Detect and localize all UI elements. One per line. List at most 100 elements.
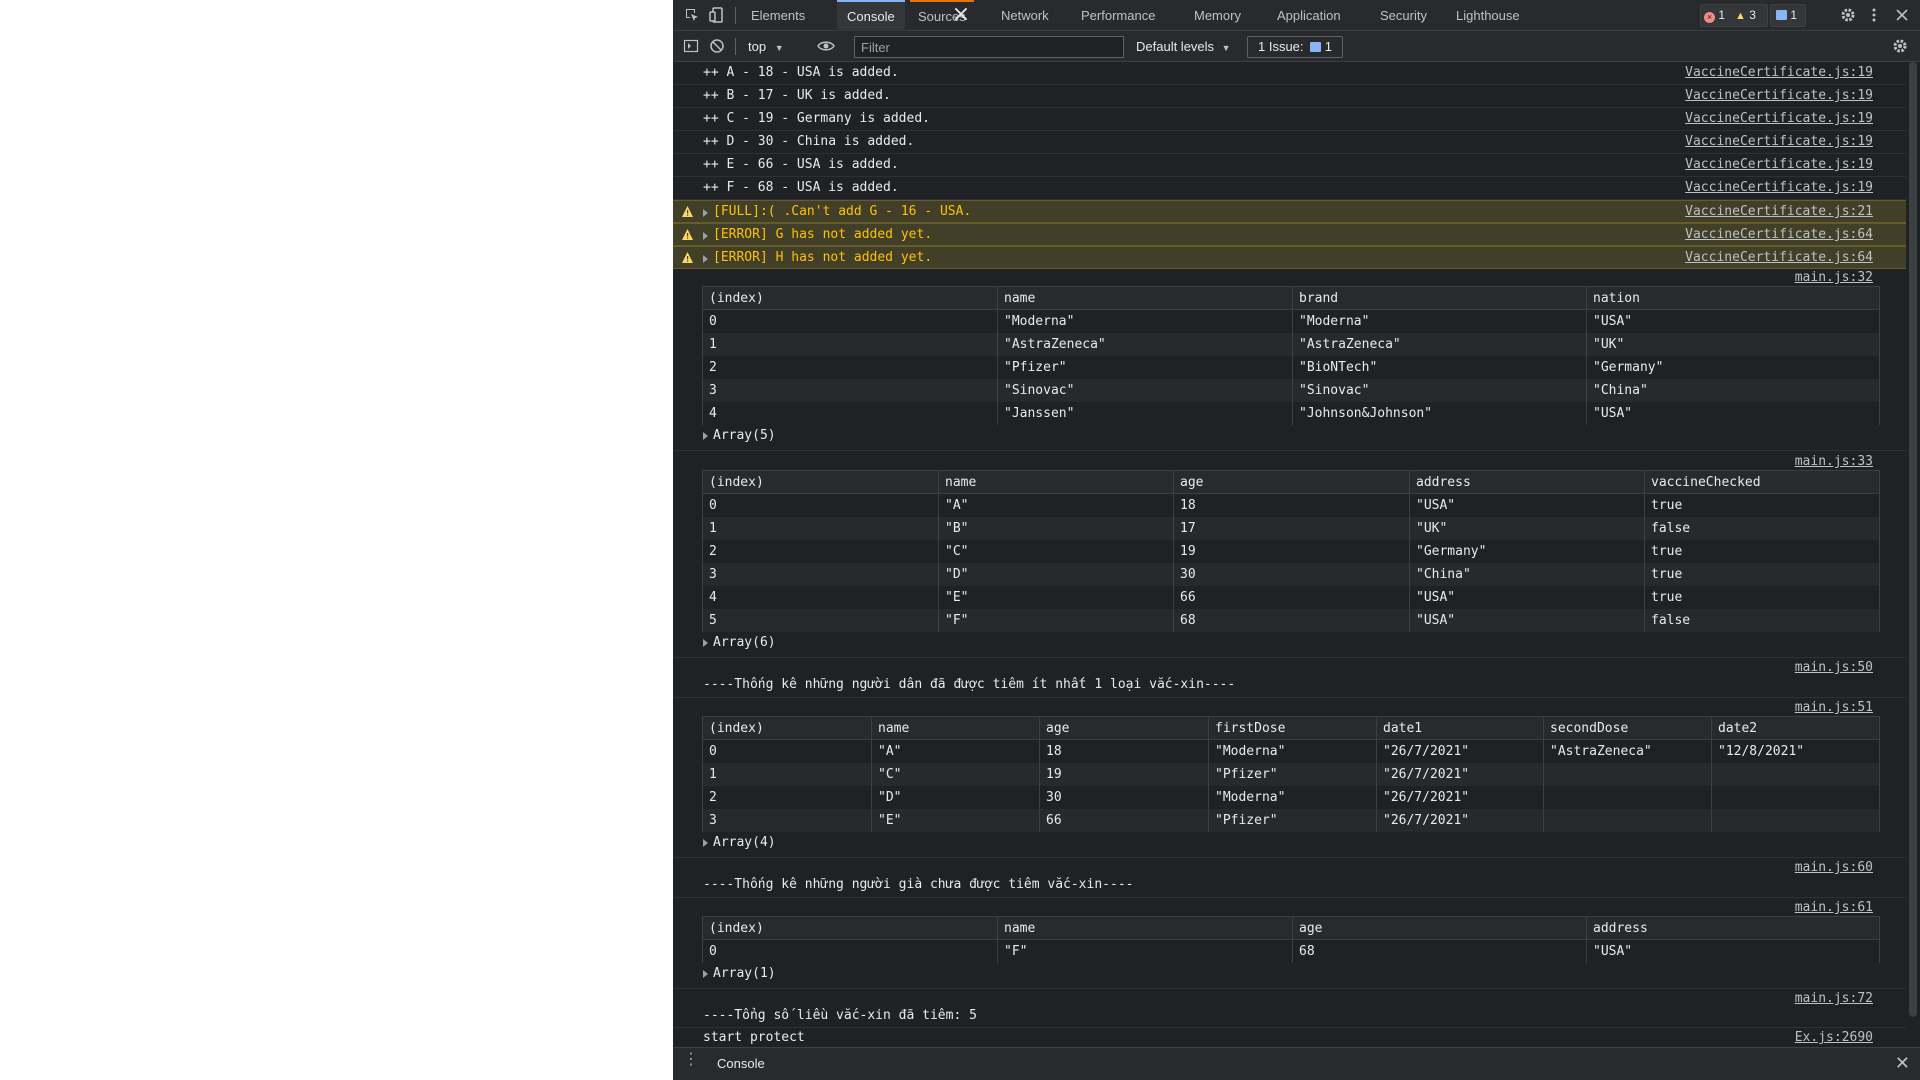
tab-console[interactable]: Console: [837, 0, 905, 31]
settings-gear-icon[interactable]: [1838, 5, 1858, 25]
source-link[interactable]: VaccineCertificate.js:19: [1685, 154, 1873, 176]
column-header[interactable]: (index): [702, 716, 872, 740]
source-link[interactable]: VaccineCertificate.js:19: [1685, 108, 1873, 130]
console-scrollbar-thumb[interactable]: [1909, 62, 1917, 1017]
table-cell: false: [1644, 516, 1880, 540]
column-header[interactable]: name: [997, 916, 1293, 940]
index-cell: 2: [702, 785, 872, 809]
source-link[interactable]: main.js:33: [1795, 454, 1873, 470]
column-header[interactable]: nation: [1586, 286, 1880, 310]
warning-message: [FULL]:( .Can't add G - 16 - USA.: [713, 204, 972, 219]
show-sidebar-icon[interactable]: [681, 36, 701, 56]
console-warning-row[interactable]: [FULL]:( .Can't add G - 16 - USA. Vaccin…: [673, 200, 1906, 223]
index-cell: 3: [702, 378, 998, 402]
expand-arrow-icon[interactable]: [703, 232, 708, 240]
column-header[interactable]: age: [1173, 470, 1410, 494]
index-cell: 0: [702, 309, 998, 333]
tab-lighthouse[interactable]: Lighthouse: [1446, 0, 1530, 31]
expand-arrow-icon[interactable]: [703, 255, 708, 263]
column-header[interactable]: age: [1292, 916, 1587, 940]
column-header[interactable]: name: [997, 286, 1293, 310]
table-cell: "26/7/2021": [1376, 808, 1544, 832]
column-header[interactable]: address: [1586, 916, 1880, 940]
source-link[interactable]: main.js:51: [1795, 700, 1873, 716]
column-header[interactable]: vaccineChecked: [1644, 470, 1880, 494]
table-cell: 66: [1173, 585, 1410, 609]
table-header-row: (index) name age address: [702, 916, 1880, 940]
column-header[interactable]: brand: [1292, 286, 1587, 310]
table-cell: 30: [1039, 785, 1209, 809]
inspect-element-icon[interactable]: [682, 5, 702, 25]
tab-performance[interactable]: Performance: [1071, 0, 1165, 31]
console-settings-gear-icon[interactable]: [1890, 36, 1910, 56]
column-header[interactable]: name: [938, 470, 1174, 494]
source-link[interactable]: main.js:61: [1795, 900, 1873, 916]
source-link[interactable]: VaccineCertificate.js:19: [1685, 85, 1873, 107]
close-devtools-icon[interactable]: [1892, 5, 1912, 25]
index-cell: 0: [702, 939, 998, 963]
source-link[interactable]: main.js:72: [1795, 991, 1873, 1007]
tab-network[interactable]: Network: [991, 0, 1059, 31]
array-expander[interactable]: Array(1): [703, 966, 776, 982]
filter-input[interactable]: [854, 36, 1124, 58]
array-expander[interactable]: Array(5): [703, 428, 776, 444]
live-expression-eye-icon[interactable]: [816, 36, 836, 56]
source-link[interactable]: VaccineCertificate.js:19: [1685, 177, 1873, 199]
warning-count-badge: ▲ 3: [1735, 6, 1756, 25]
source-link[interactable]: main.js:60: [1795, 860, 1873, 876]
console-warning-row[interactable]: [ERROR] H has not added yet. VaccineCert…: [673, 246, 1906, 269]
source-link[interactable]: VaccineCertificate.js:19: [1685, 62, 1873, 84]
log-levels-dropdown[interactable]: Default levels ▼: [1136, 31, 1231, 62]
device-toolbar-icon[interactable]: [707, 5, 727, 25]
console-log-row: ++ F - 68 - USA is added. VaccineCertifi…: [673, 177, 1906, 200]
close-icon[interactable]: ×: [949, 4, 973, 28]
table-cell: "AstraZeneca": [1292, 332, 1587, 356]
console-warning-row[interactable]: [ERROR] G has not added yet. VaccineCert…: [673, 223, 1906, 246]
clear-console-icon[interactable]: [707, 36, 727, 56]
source-link[interactable]: Ex.js:2690: [1795, 1030, 1873, 1046]
context-selector[interactable]: top ▼: [748, 31, 784, 62]
column-header[interactable]: age: [1039, 716, 1209, 740]
column-header[interactable]: date1: [1376, 716, 1544, 740]
column-header[interactable]: date2: [1711, 716, 1880, 740]
tab-application[interactable]: Application: [1267, 0, 1351, 31]
tab-elements[interactable]: Elements: [741, 0, 815, 31]
console-output[interactable]: ++ A - 18 - USA is added. VaccineCertifi…: [673, 62, 1906, 1047]
log-message: start protect: [703, 1030, 805, 1045]
message-count-badge: 1: [1776, 6, 1797, 25]
table-cell: "12/8/2021": [1711, 739, 1880, 763]
warning-icon: [682, 206, 693, 217]
context-label: top: [748, 39, 767, 54]
column-header[interactable]: address: [1409, 470, 1645, 494]
array-expander[interactable]: Array(4): [703, 835, 776, 851]
tab-memory[interactable]: Memory: [1184, 0, 1251, 31]
drawer-toolbar: ⋮ Console ✕: [673, 1047, 1920, 1080]
tab-security[interactable]: Security: [1370, 0, 1437, 31]
column-header[interactable]: (index): [702, 916, 998, 940]
warning-message: [ERROR] H has not added yet.: [713, 250, 933, 265]
column-header[interactable]: (index): [702, 470, 939, 494]
source-link[interactable]: main.js:50: [1795, 660, 1873, 676]
toolbar-divider: [735, 38, 736, 55]
expand-arrow-icon[interactable]: [703, 209, 708, 217]
table-row: 4 "E" 66 "USA" true: [702, 585, 1880, 609]
log-message: ++ E - 66 - USA is added.: [703, 157, 899, 172]
column-header[interactable]: (index): [702, 286, 998, 310]
source-link[interactable]: VaccineCertificate.js:21: [1685, 201, 1873, 223]
column-header[interactable]: firstDose: [1208, 716, 1377, 740]
source-link[interactable]: VaccineCertificate.js:19: [1685, 131, 1873, 153]
source-link[interactable]: main.js:32: [1795, 270, 1873, 286]
source-link[interactable]: VaccineCertificate.js:64: [1685, 224, 1873, 246]
close-drawer-icon[interactable]: ✕: [1895, 1055, 1910, 1073]
citizens-table: (index) name age address vaccineChecked …: [702, 470, 1880, 632]
more-options-icon[interactable]: [1864, 5, 1884, 25]
column-header[interactable]: secondDose: [1543, 716, 1712, 740]
drawer-menu-icon[interactable]: ⋮: [683, 1051, 699, 1074]
array-expander[interactable]: Array(6): [703, 635, 776, 651]
table-cell: "Johnson&Johnson": [1292, 401, 1587, 425]
drawer-tab-console[interactable]: Console: [703, 1048, 779, 1080]
issues-button[interactable]: 1 Issue: 1: [1247, 36, 1343, 58]
table-cell: "A": [938, 493, 1174, 517]
source-link[interactable]: VaccineCertificate.js:64: [1685, 247, 1873, 269]
column-header[interactable]: name: [871, 716, 1040, 740]
